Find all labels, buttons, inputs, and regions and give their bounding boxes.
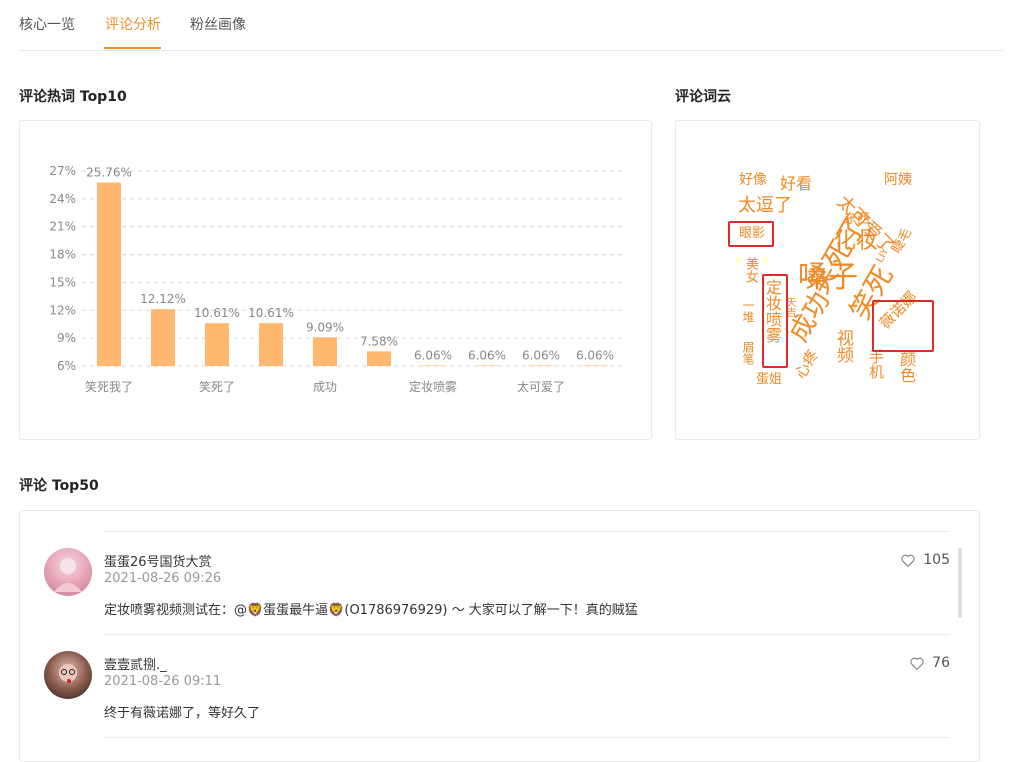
y-tick-label: 24% xyxy=(49,192,76,206)
cloud-word: 睫毛 xyxy=(889,225,916,256)
heart-icon xyxy=(901,554,915,567)
cloud-word: 视频 xyxy=(833,329,853,363)
bar xyxy=(583,365,607,366)
bar-value-label: 6.06% xyxy=(468,348,506,362)
cloud-word: 颜色 xyxy=(897,351,916,383)
comment-item: 蛋蛋26号国货大赏 2021-08-26 09:26 定妆喷雾视频测试在：@🦁蛋… xyxy=(44,548,950,618)
divider xyxy=(103,634,950,635)
bar xyxy=(151,309,175,366)
cloud-word: 化妆 xyxy=(834,229,879,254)
bar xyxy=(475,365,499,366)
y-tick-label: 21% xyxy=(49,220,76,234)
cloud-word: 一堆 xyxy=(741,299,755,323)
tab-bar: 核心一览 评论分析 粉丝画像 xyxy=(19,0,1003,51)
cloud-word: 蛋姐 xyxy=(756,372,783,387)
x-tick-label: 笑死我了 xyxy=(85,379,133,394)
active-tab-indicator xyxy=(104,47,161,49)
cloud-word: 嗓子 xyxy=(798,260,858,295)
bar-value-label: 6.06% xyxy=(576,348,614,362)
y-tick-label: 12% xyxy=(49,303,76,317)
y-tick-label: 6% xyxy=(57,359,76,373)
tab-comment-analysis[interactable]: 评论分析 xyxy=(105,14,161,34)
y-tick-label: 27% xyxy=(49,164,76,178)
hot-words-bar-chart: 6% 9% 12% 15% 18% 21% 24% 27% 25.76% 笑死我了 12.12% 10… xyxy=(49,164,622,394)
bar-value-label: 12.12% xyxy=(140,292,186,306)
cloud-word: 好像 xyxy=(739,172,767,188)
bar-value-label: 6.06% xyxy=(522,348,560,362)
comment-item: 壹壹贰捌._ 2021-08-26 09:11 终于有薇诺娜了，等好久了 76 xyxy=(44,651,950,721)
divider xyxy=(103,531,950,532)
like-count[interactable]: 76 xyxy=(910,655,950,671)
x-tick-label: 太可爱了 xyxy=(517,379,565,394)
x-tick-label: 定妆喷雾 xyxy=(409,379,457,394)
highlight-box-setting-spray xyxy=(762,274,788,368)
bar xyxy=(421,365,445,366)
bar-value-label: 7.58% xyxy=(360,334,398,348)
comment-text: 终于有薇诺娜了，等好久了 xyxy=(104,706,261,721)
y-tick-label: 9% xyxy=(57,331,76,345)
tab-fan-profile[interactable]: 粉丝画像 xyxy=(190,14,246,34)
x-tick-label: 成功 xyxy=(313,380,337,394)
bar-value-label: 9.09% xyxy=(306,320,344,334)
cloud-word: 阿姨 xyxy=(884,172,912,188)
word-cloud-card: 好像 好看 阿姨 太可爱了 太逗了 东西 笑死了 眼影 化妆 嗓子 睫毛 美女 … xyxy=(675,120,980,440)
cloud-word: 心疼 xyxy=(791,346,822,382)
bar xyxy=(205,323,229,366)
y-tick-label: 15% xyxy=(49,275,76,289)
comment-author[interactable]: 壹壹贰捌._ xyxy=(104,654,167,673)
hot-words-title: 评论热词 Top10 xyxy=(19,89,127,105)
cloud-word: 太逗了 xyxy=(738,195,792,216)
x-tick-label: 笑死了 xyxy=(199,379,235,394)
comment-time: 2021-08-26 09:26 xyxy=(104,571,222,586)
cloud-word: 好看 xyxy=(780,174,813,193)
bar-value-label: 10.61% xyxy=(248,306,294,320)
like-count[interactable]: 105 xyxy=(901,552,950,568)
bar-value-label: 6.06% xyxy=(414,348,452,362)
highlight-box-winona xyxy=(872,300,934,352)
cloud-word: 眉笔 xyxy=(741,341,755,365)
like-number: 76 xyxy=(932,655,950,671)
bar xyxy=(313,337,337,366)
bar xyxy=(97,182,121,366)
bar xyxy=(367,351,391,366)
hot-words-chart-card: 6% 9% 12% 15% 18% 21% 24% 27% 25.76% 笑死我了 12.12% 10… xyxy=(19,120,652,440)
top-comments-title: 评论 Top50 xyxy=(19,478,99,494)
word-cloud-title: 评论词云 xyxy=(675,89,731,105)
bar xyxy=(259,323,283,366)
avatar[interactable] xyxy=(44,548,92,596)
heart-icon xyxy=(910,657,924,670)
cloud-word: 手机 xyxy=(867,349,885,379)
bar-value-label: 25.76% xyxy=(86,166,132,180)
bar-value-label: 10.61% xyxy=(194,306,240,320)
bar xyxy=(529,365,553,366)
avatar[interactable] xyxy=(44,651,92,699)
comments-scrollbar[interactable] xyxy=(958,548,962,618)
y-tick-label: 18% xyxy=(49,248,76,262)
divider xyxy=(103,737,950,738)
comment-text: 定妆喷雾视频测试在：@🦁蛋蛋最牛逼🦁(O1786976929) ～ 大家可以了解… xyxy=(104,603,638,618)
comment-author[interactable]: 蛋蛋26号国货大赏 xyxy=(104,551,212,570)
highlight-box-eyeshadow xyxy=(728,221,774,247)
tab-overview[interactable]: 核心一览 xyxy=(19,14,75,34)
cloud-word: 美女 xyxy=(743,257,758,283)
like-number: 105 xyxy=(923,552,950,568)
comment-time: 2021-08-26 09:11 xyxy=(104,674,222,689)
